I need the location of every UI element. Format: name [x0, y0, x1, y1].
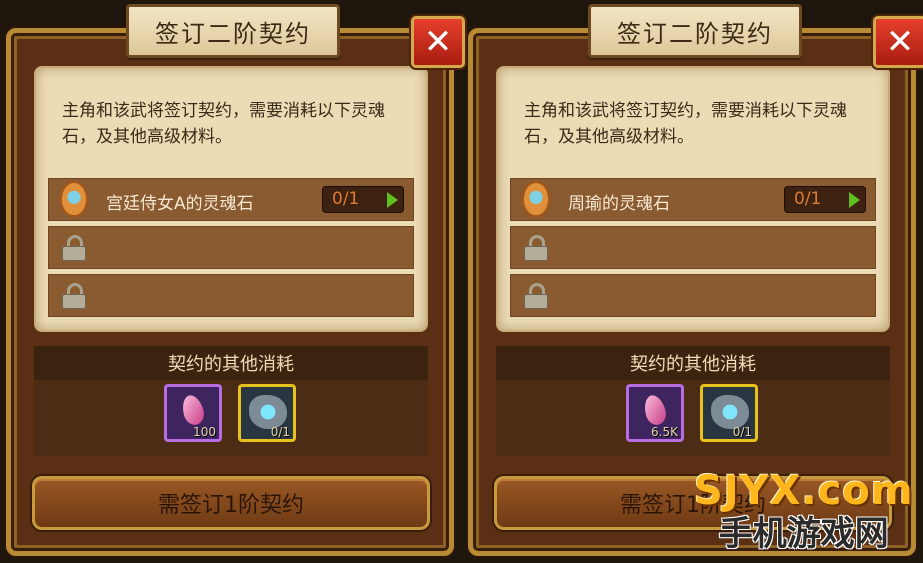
locked-slot-row — [510, 274, 876, 317]
soul-stone-icon — [62, 183, 86, 215]
sign-contract-button[interactable]: 需签订1阶契约 — [32, 476, 430, 530]
locked-slot-row — [48, 226, 414, 269]
close-icon: ✕ — [423, 22, 453, 62]
lock-icon — [62, 235, 86, 261]
other-costs-area: 6.5K 0/1 — [496, 380, 890, 456]
other-costs-area: 100 0/1 — [34, 380, 428, 456]
cost-item-count: 100 — [193, 425, 216, 439]
cost-item-slot[interactable]: 0/1 — [238, 384, 296, 442]
soul-stone-icon — [524, 183, 548, 215]
play-arrow-icon[interactable] — [387, 192, 398, 208]
soul-stone-counter[interactable]: 0/1 — [784, 186, 866, 213]
close-button[interactable]: ✕ — [873, 16, 923, 68]
soul-stone-row[interactable]: 周瑜的灵魂石 0/1 — [510, 178, 876, 221]
soul-stone-counter[interactable]: 0/1 — [322, 186, 404, 213]
pink-crystal-icon — [179, 392, 207, 428]
site-watermark: SJYX.com 手机游戏网 — [694, 468, 914, 555]
pink-crystal-icon — [641, 392, 669, 428]
soul-stone-name: 周瑜的灵魂石 — [568, 194, 670, 214]
cost-item-count: 0/1 — [732, 425, 752, 439]
blue-stone-icon — [249, 395, 287, 429]
lock-icon — [62, 283, 86, 309]
close-button[interactable]: ✕ — [411, 16, 465, 68]
lock-icon — [524, 235, 548, 261]
soul-stone-row[interactable]: 宫廷侍女A的灵魂石 0/1 — [48, 178, 414, 221]
blue-stone-icon — [711, 395, 749, 429]
other-costs-header: 契约的其他消耗 — [34, 346, 428, 380]
contract-description: 主角和该武将签订契约，需要消耗以下灵魂石，及其他高级材料。 — [62, 101, 385, 147]
requirements-parchment: 主角和该武将签订契约，需要消耗以下灵魂石，及其他高级材料。 宫廷侍女A的灵魂石 … — [36, 68, 426, 330]
lock-icon — [524, 283, 548, 309]
panel-title: 签订二阶契约 — [588, 4, 802, 58]
cost-item-slot[interactable]: 100 — [164, 384, 222, 442]
panel-title: 签订二阶契约 — [126, 4, 340, 58]
play-arrow-icon[interactable] — [849, 192, 860, 208]
soul-stone-name: 宫廷侍女A的灵魂石 — [106, 194, 254, 214]
cost-item-count: 0/1 — [270, 425, 290, 439]
contract-panel-left: 签订二阶契约 ✕ 主角和该武将签订契约，需要消耗以下灵魂石，及其他高级材料。 宫… — [0, 0, 465, 563]
soul-stone-count: 0/1 — [794, 189, 822, 209]
requirements-parchment: 主角和该武将签订契约，需要消耗以下灵魂石，及其他高级材料。 周瑜的灵魂石 0/1 — [498, 68, 888, 330]
watermark-subtitle: 手机游戏网 — [718, 514, 889, 554]
locked-slot-row — [48, 274, 414, 317]
contract-description: 主角和该武将签订契约，需要消耗以下灵魂石，及其他高级材料。 — [524, 101, 847, 147]
locked-slot-row — [510, 226, 876, 269]
cost-item-count: 6.5K — [651, 425, 678, 439]
soul-stone-count: 0/1 — [332, 189, 360, 209]
close-icon: ✕ — [885, 22, 915, 62]
cost-item-slot[interactable]: 6.5K — [626, 384, 684, 442]
cost-item-slot[interactable]: 0/1 — [700, 384, 758, 442]
other-costs-header: 契约的其他消耗 — [496, 346, 890, 380]
